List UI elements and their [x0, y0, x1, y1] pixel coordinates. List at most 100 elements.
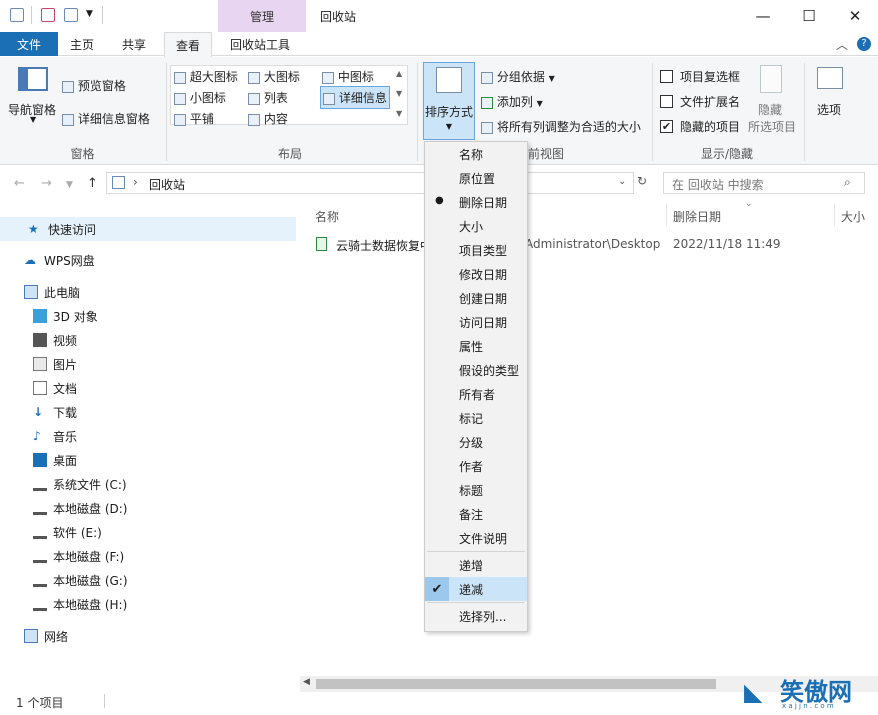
- preview-pane-button[interactable]: 预览窗格: [62, 77, 126, 94]
- nav-item-drive-h[interactable]: 本地磁盘 (H:): [0, 592, 296, 616]
- sort-by-button[interactable]: 排序方式 ▼: [423, 62, 475, 140]
- tab-view[interactable]: 查看: [164, 32, 212, 57]
- navigation-pane-icon: [18, 67, 48, 91]
- layout-content[interactable]: 内容: [248, 110, 288, 127]
- nav-item-network[interactable]: 网络: [0, 624, 296, 648]
- collapse-ribbon-icon[interactable]: ︿: [836, 36, 848, 53]
- forward-arrow-icon[interactable]: →: [41, 176, 52, 191]
- help-icon[interactable]: ?: [857, 37, 871, 51]
- nav-item-drive-g[interactable]: 本地磁盘 (G:): [0, 568, 296, 592]
- column-header-date-deleted[interactable]: 删除日期: [673, 208, 721, 225]
- menu-item[interactable]: 假设的类型: [425, 358, 527, 382]
- menu-item-choose-columns[interactable]: 选择列...: [425, 604, 527, 628]
- search-icon[interactable]: ⌕: [844, 175, 851, 190]
- address-dropdown-icon[interactable]: ⌄: [618, 176, 626, 187]
- menu-item[interactable]: 备注: [425, 502, 527, 526]
- chevron-down-icon[interactable]: ▼: [30, 115, 36, 124]
- menu-item[interactable]: 标题: [425, 478, 527, 502]
- checkbox-checked[interactable]: ✔: [660, 120, 673, 133]
- menu-item[interactable]: 文件说明: [425, 526, 527, 550]
- scroll-up-icon[interactable]: ▲: [396, 69, 402, 78]
- close-button[interactable]: ✕: [832, 0, 878, 32]
- group-by-button[interactable]: 分组依据 ▼: [481, 68, 555, 85]
- divider: [166, 63, 167, 161]
- layout-details[interactable]: 详细信息: [320, 86, 390, 109]
- nav-item-pictures[interactable]: 图片: [0, 352, 296, 376]
- nav-item-music[interactable]: ♪ 音乐: [0, 424, 296, 448]
- menu-item[interactable]: 访问日期: [425, 310, 527, 334]
- divider: [652, 63, 653, 161]
- hide-button[interactable]: 隐藏: [758, 101, 782, 118]
- menu-item[interactable]: 大小: [425, 214, 527, 238]
- checkbox[interactable]: [660, 70, 673, 83]
- menu-item[interactable]: 项目类型: [425, 238, 527, 262]
- nav-label: 桌面: [53, 453, 78, 468]
- nav-label: 视频: [53, 333, 78, 348]
- layout-large-icons[interactable]: 大图标: [248, 68, 300, 85]
- menu-item[interactable]: ● 删除日期: [425, 190, 527, 214]
- menu-item[interactable]: 原位置: [425, 166, 527, 190]
- tab-share[interactable]: 共享: [114, 32, 154, 56]
- maximize-button[interactable]: ☐: [786, 0, 832, 32]
- tab-recycle-tools[interactable]: 回收站工具: [222, 32, 298, 56]
- add-columns-button[interactable]: 添加列 ▼: [481, 93, 543, 110]
- nav-item-3d-objects[interactable]: 3D 对象: [0, 304, 296, 328]
- layout-small-icons[interactable]: 小图标: [174, 89, 226, 106]
- item-checkboxes-toggle[interactable]: 项目复选框: [660, 68, 740, 85]
- menu-item[interactable]: 修改日期: [425, 262, 527, 286]
- expand-gallery-icon[interactable]: ▼: [396, 109, 402, 118]
- recent-locations-icon[interactable]: ▼: [66, 180, 73, 190]
- menu-item[interactable]: 标记: [425, 406, 527, 430]
- nav-item-this-pc[interactable]: 此电脑: [0, 280, 296, 304]
- menu-item[interactable]: 属性: [425, 334, 527, 358]
- table-row[interactable]: 云骑士数据恢复中 Administrator\Desktop 2022/11/1…: [300, 234, 878, 256]
- quick-access-dropdown-icon[interactable]: ▼: [86, 9, 93, 19]
- nav-item-drive-d[interactable]: 本地磁盘 (D:): [0, 496, 296, 520]
- file-extensions-toggle[interactable]: 文件扩展名: [660, 93, 740, 110]
- context-tab-manage[interactable]: 管理: [218, 0, 306, 32]
- layout-list[interactable]: 列表: [248, 89, 288, 106]
- nav-item-documents[interactable]: 文档: [0, 376, 296, 400]
- scroll-thumb[interactable]: [316, 679, 716, 689]
- layout-medium-icons[interactable]: 中图标: [322, 68, 374, 85]
- properties-icon[interactable]: [41, 8, 55, 22]
- menu-item[interactable]: 创建日期: [425, 286, 527, 310]
- checkbox[interactable]: [660, 95, 673, 108]
- size-all-columns-button[interactable]: 将所有列调整为合适的大小: [481, 118, 641, 135]
- nav-item-quick-access[interactable]: ★ 快速访问: [0, 217, 296, 241]
- refresh-icon[interactable]: ↻: [637, 174, 647, 188]
- nav-item-videos[interactable]: 视频: [0, 328, 296, 352]
- menu-item[interactable]: 分级: [425, 430, 527, 454]
- nav-item-downloads[interactable]: ↓ 下载: [0, 400, 296, 424]
- menu-item[interactable]: 名称: [425, 142, 527, 166]
- nav-item-drive-c[interactable]: 系统文件 (C:): [0, 472, 296, 496]
- address-bar[interactable]: › 回收站: [106, 172, 634, 194]
- nav-item-desktop[interactable]: 桌面: [0, 448, 296, 472]
- new-folder-icon[interactable]: [64, 8, 78, 22]
- tab-home[interactable]: 主页: [62, 32, 102, 56]
- tab-file[interactable]: 文件: [0, 32, 58, 56]
- layout-tiles[interactable]: 平铺: [174, 110, 214, 127]
- layout-extra-large-icons[interactable]: 超大图标: [174, 68, 238, 85]
- column-header-name[interactable]: 名称: [315, 208, 339, 225]
- ribbon-tabs: 文件 主页 共享 查看 回收站工具 ︿ ?: [0, 32, 878, 57]
- up-arrow-icon[interactable]: ↑: [87, 176, 98, 191]
- column-header-size[interactable]: 大小: [841, 208, 865, 225]
- options-button[interactable]: 选项: [817, 101, 841, 118]
- back-arrow-icon[interactable]: ←: [14, 176, 25, 191]
- menu-item[interactable]: 作者: [425, 454, 527, 478]
- minimize-button[interactable]: —: [740, 0, 786, 32]
- scroll-down-icon[interactable]: ▼: [396, 89, 402, 98]
- hidden-items-toggle[interactable]: ✔ 隐藏的项目: [660, 118, 740, 135]
- nav-item-drive-f[interactable]: 本地磁盘 (F:): [0, 544, 296, 568]
- scroll-left-icon[interactable]: ◀: [303, 677, 310, 687]
- menu-item-descending[interactable]: ✔ 递减: [425, 577, 527, 601]
- details-pane-button[interactable]: 详细信息窗格: [62, 110, 150, 127]
- hide-selected-label[interactable]: 所选项目: [748, 118, 796, 135]
- menu-item-ascending[interactable]: 递增: [425, 553, 527, 577]
- breadcrumb-recycle-bin[interactable]: 回收站: [149, 176, 185, 193]
- nav-item-drive-e[interactable]: 软件 (E:): [0, 520, 296, 544]
- menu-item[interactable]: 所有者: [425, 382, 527, 406]
- nav-item-wps[interactable]: ☁ WPS网盘: [0, 248, 296, 272]
- search-input[interactable]: 在 回收站 中搜索 ⌕: [663, 172, 865, 194]
